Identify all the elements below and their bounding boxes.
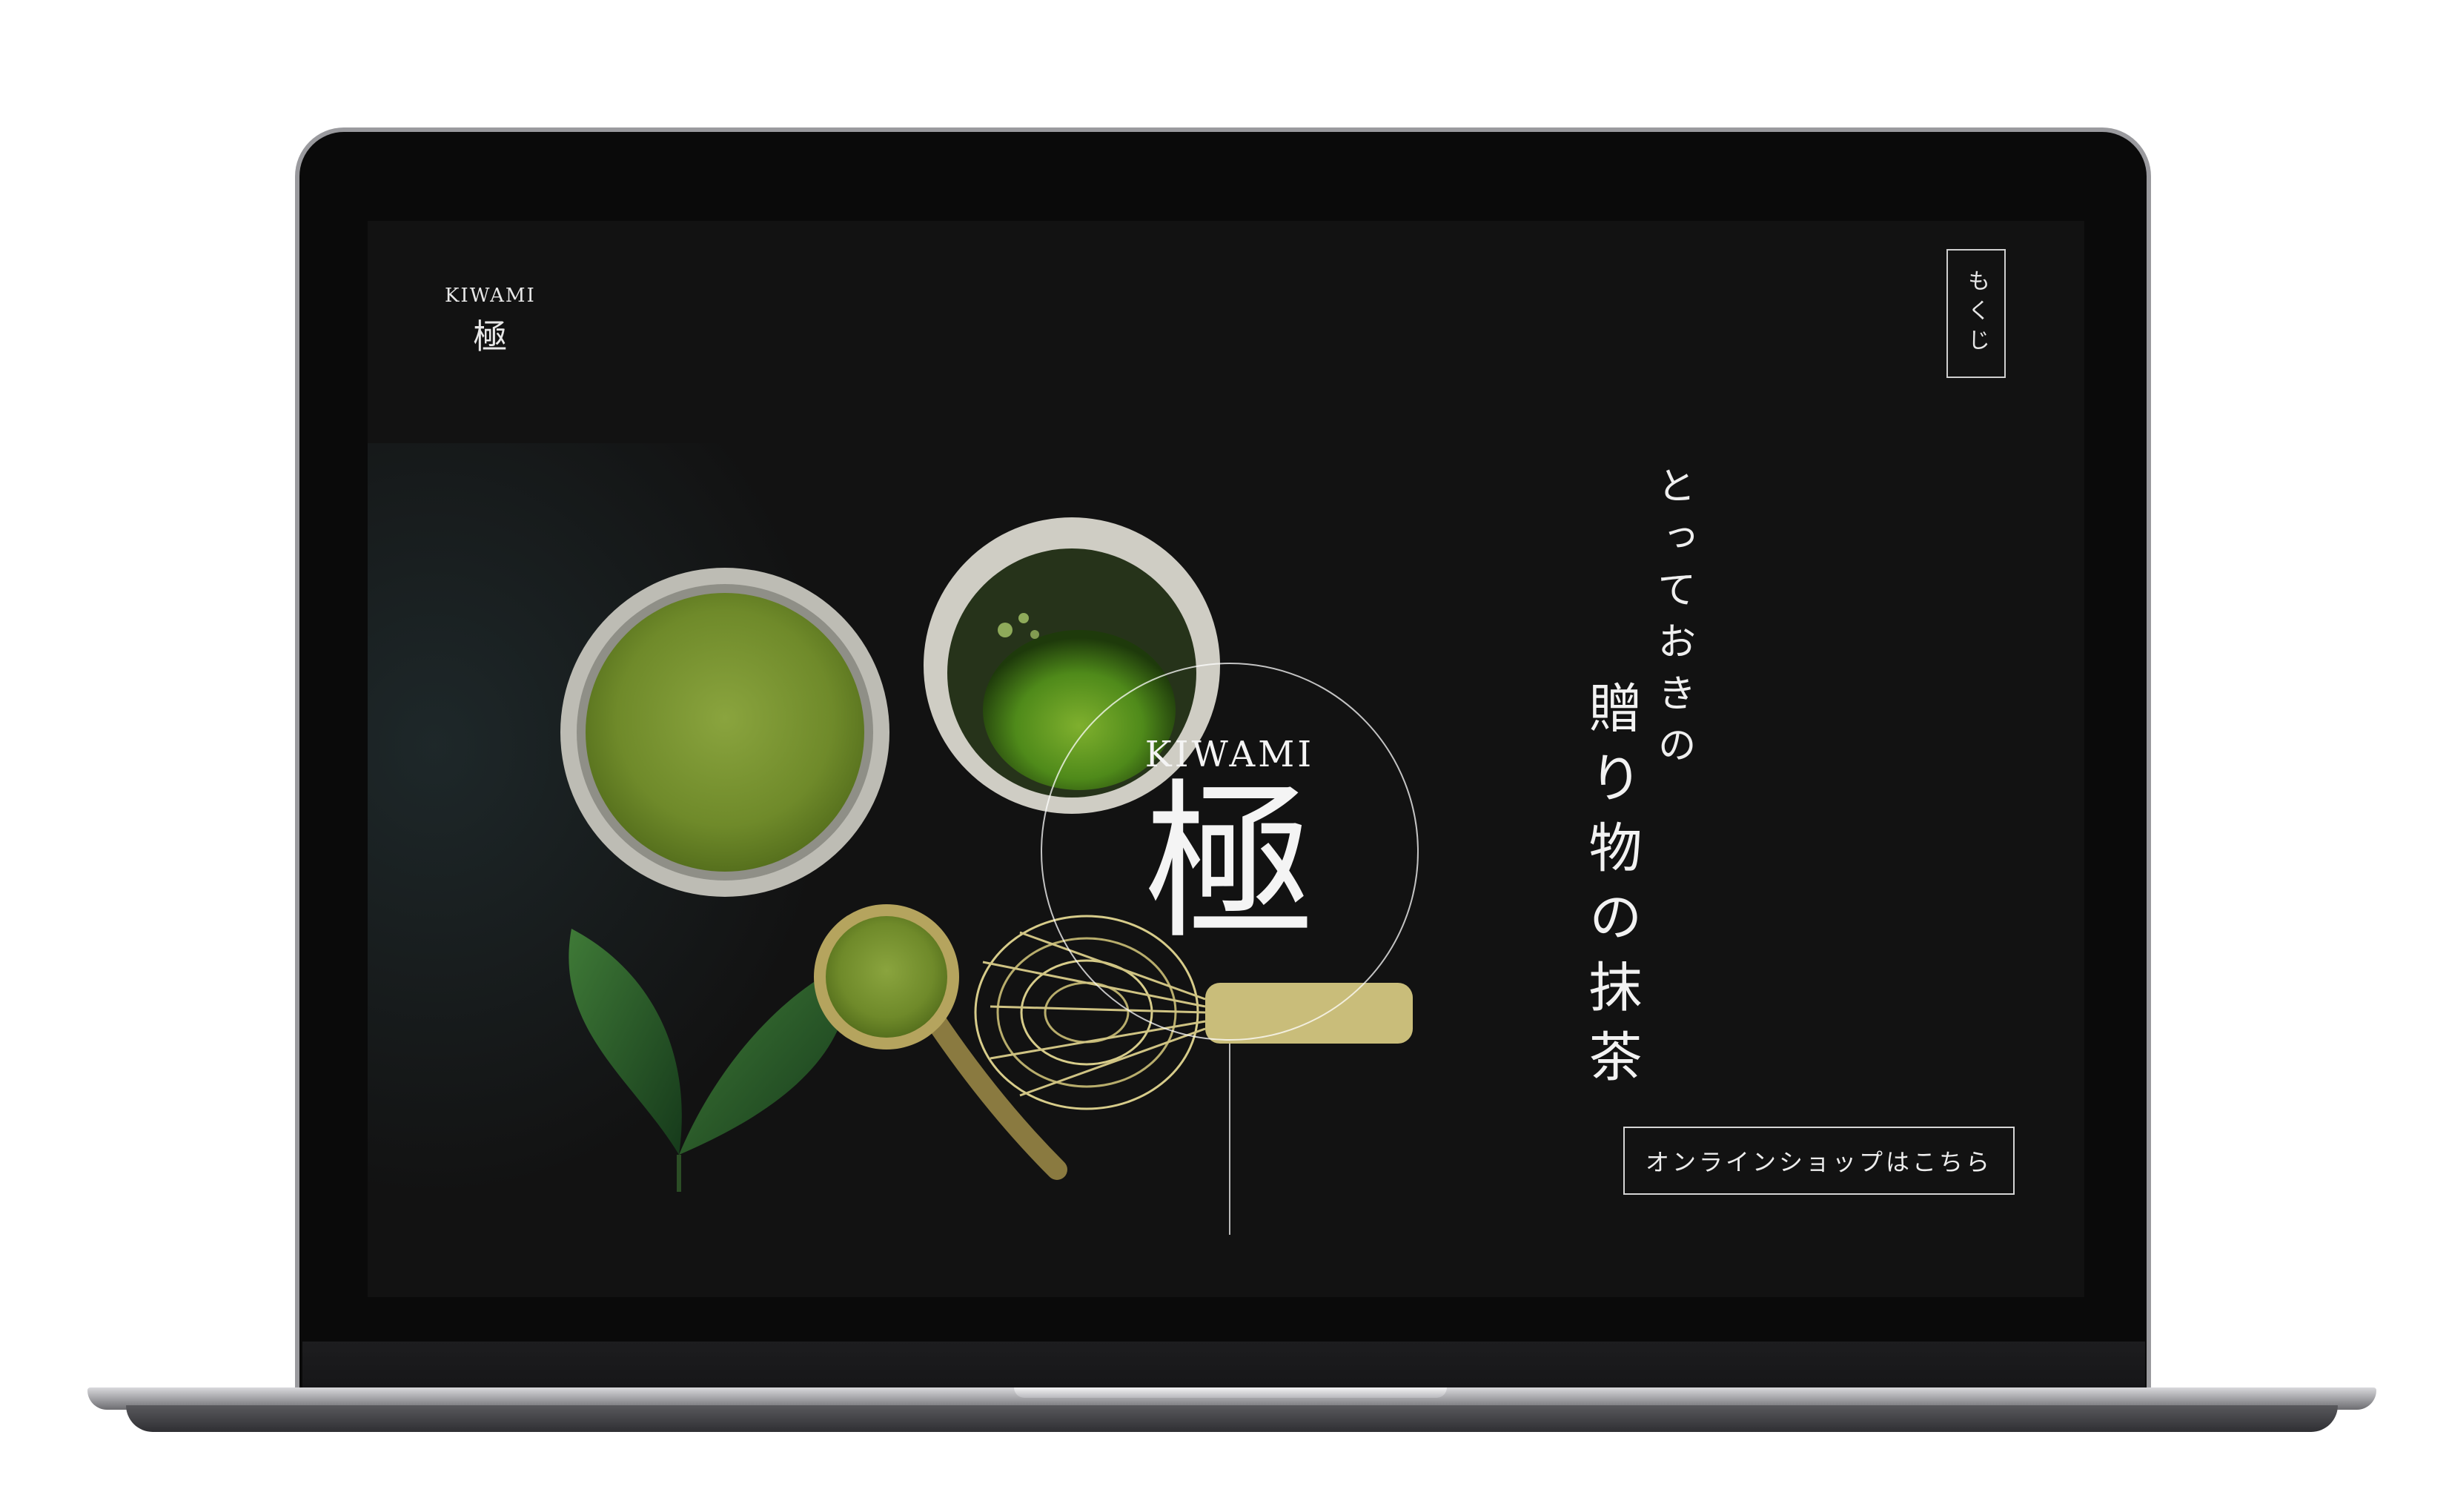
online-shop-button[interactable]: オンラインショップはこちら — [1623, 1127, 2015, 1195]
tagline-subtitle: とっておきの — [1651, 465, 1695, 777]
menu-button[interactable]: もくじ — [1946, 249, 2006, 378]
laptop-base-shadow — [126, 1405, 2338, 1432]
site-logo[interactable]: KIWAMI 極 — [445, 285, 536, 359]
powder-bowl — [560, 568, 889, 897]
website-screen: KIWAMI 極 もくじ KIWAMI 極 とっておきの 贈り物の抹茶 オンライ… — [368, 221, 2084, 1297]
tagline-title: 贈り物の抹茶 — [1580, 680, 1642, 1098]
laptop-chin — [302, 1342, 2145, 1387]
brand-emblem: KIWAMI 極 — [1041, 663, 1419, 1041]
laptop-notch — [1014, 1387, 1447, 1398]
emblem-kanji: 極 — [1144, 765, 1315, 963]
logo-text: KIWAMI — [445, 285, 536, 307]
logo-kanji: 極 — [473, 316, 508, 357]
emblem-line — [1229, 1044, 1230, 1235]
